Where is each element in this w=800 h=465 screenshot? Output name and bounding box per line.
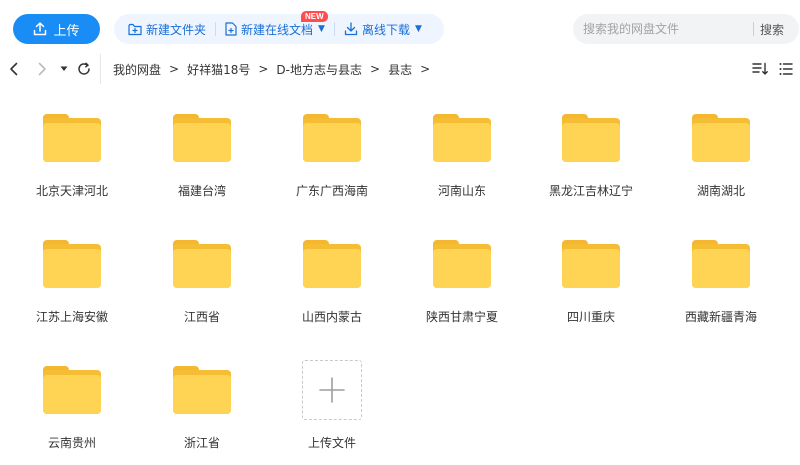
new-badge: NEW: [301, 10, 328, 22]
folder-item[interactable]: 湖南湖北: [661, 84, 781, 204]
refresh-button[interactable]: [76, 60, 92, 78]
back-button[interactable]: [6, 60, 22, 78]
search-box: 搜索: [573, 14, 799, 44]
folder-name: 北京天津河北: [35, 184, 108, 198]
new-online-doc-label: 新建在线文档: [241, 22, 314, 37]
upload-icon: [34, 22, 47, 36]
forward-button[interactable]: [34, 60, 50, 78]
upload-file-tile[interactable]: 上传文件: [272, 336, 392, 456]
new-online-doc-button[interactable]: 新建在线文档 ▼ NEW: [225, 10, 328, 38]
divider: [215, 22, 217, 36]
folder-name: 福建台湾: [177, 184, 226, 198]
breadcrumb-item[interactable]: 我的网盘: [113, 61, 161, 78]
sort-icon: [752, 62, 768, 75]
new-folder-button[interactable]: 新建文件夹: [128, 21, 206, 38]
folder-name: 陕西甘肃宁夏: [425, 310, 498, 324]
folder-item[interactable]: 黑龙江吉林辽宁: [531, 84, 651, 204]
search-input[interactable]: [573, 22, 753, 36]
folder-name: 浙江省: [183, 436, 220, 450]
folder-item[interactable]: 江苏上海安徽: [12, 210, 132, 330]
toolbar: 上传 新建文件夹 新建在线文档 ▼ NEW 离线下载 ▼ 搜索我的网盘文件 搜索: [0, 0, 800, 54]
plus-icon: [319, 377, 345, 403]
folder-item[interactable]: 四川重庆: [531, 210, 651, 330]
folder-item[interactable]: 浙江省: [142, 336, 262, 456]
folder-icon: [173, 366, 231, 414]
sort-button[interactable]: [752, 60, 768, 78]
folder-icon: [692, 114, 750, 162]
action-group: 新建文件夹 新建在线文档 ▼ NEW 离线下载 ▼: [114, 10, 444, 44]
breadcrumb-separator: >: [258, 62, 269, 76]
folder-icon: [43, 240, 101, 288]
folder-name: 四川重庆: [566, 310, 615, 324]
folder-name: 西藏新疆青海: [684, 310, 757, 324]
breadcrumb-item[interactable]: D-地方志与县志: [276, 61, 362, 78]
folder-icon: [303, 114, 361, 162]
folder-item[interactable]: 广东广西海南: [272, 84, 392, 204]
upload-tile-label: 上传文件: [307, 436, 356, 450]
caret-down-icon: [60, 66, 68, 71]
history-dropdown[interactable]: [58, 60, 70, 78]
folder-name: 黑龙江吉林辽宁: [548, 184, 633, 198]
folder-icon: [303, 240, 361, 288]
refresh-icon: [78, 62, 90, 75]
chevron-left-icon: [10, 62, 18, 76]
list-view-icon: [779, 63, 793, 75]
folder-icon: [433, 114, 491, 162]
offline-download-label: 离线下载: [361, 22, 410, 37]
breadcrumb-separator: >: [420, 62, 431, 76]
divider: [333, 22, 335, 36]
folder-name: 湖南湖北: [696, 184, 745, 198]
folder-item[interactable]: 云南贵州: [12, 336, 132, 456]
breadcrumb-item[interactable]: 好祥猫18号: [187, 61, 250, 78]
folder-item[interactable]: 北京天津河北: [12, 84, 132, 204]
folder-icon: [43, 366, 101, 414]
breadcrumb: 我的网盘 > 好祥猫18号 > D-地方志与县志 > 县志 >: [100, 54, 438, 84]
upload-button-label: 上传: [53, 23, 80, 39]
folder-icon: [173, 114, 231, 162]
folder-name: 江苏上海安徽: [35, 310, 108, 324]
folder-item[interactable]: 河南山东: [402, 84, 522, 204]
breadcrumb-separator: >: [370, 62, 381, 76]
search-button[interactable]: 搜索: [754, 21, 784, 38]
folder-item[interactable]: 西藏新疆青海: [661, 210, 781, 330]
folder-name: 广东广西海南: [295, 184, 368, 198]
breadcrumb-item[interactable]: 县志: [388, 61, 412, 78]
upload-tile-box: [302, 360, 362, 420]
new-folder-label: 新建文件夹: [146, 22, 207, 37]
offline-download-button[interactable]: 离线下载 ▼: [344, 21, 422, 38]
folder-icon: [433, 240, 491, 288]
list-view-button[interactable]: [779, 60, 793, 78]
chevron-right-icon: [38, 62, 46, 76]
folder-name: 山西内蒙古: [301, 310, 362, 324]
upload-button[interactable]: 上传: [13, 14, 100, 44]
new-doc-icon: [225, 22, 237, 36]
folder-icon: [173, 240, 231, 288]
breadcrumb-separator: >: [169, 62, 180, 76]
folder-icon: [562, 114, 620, 162]
new-folder-icon: [128, 23, 142, 35]
folder-name: 云南贵州: [47, 436, 96, 450]
folder-icon: [692, 240, 750, 288]
folder-item[interactable]: 江西省: [142, 210, 262, 330]
folder-icon: [562, 240, 620, 288]
download-icon: [344, 22, 358, 36]
navigation-bar: 我的网盘 > 好祥猫18号 > D-地方志与县志 > 县志 >: [0, 54, 800, 84]
folder-item[interactable]: 陕西甘肃宁夏: [402, 210, 522, 330]
file-grid: 北京天津河北 福建台湾 广东广西海南 河南山东 黑龙江吉林辽宁 湖南湖北 江苏上…: [0, 84, 800, 465]
folder-item[interactable]: 山西内蒙古: [272, 210, 392, 330]
folder-name: 江西省: [183, 310, 220, 324]
caret-down-icon: ▼: [414, 24, 422, 34]
folder-item[interactable]: 福建台湾: [142, 84, 262, 204]
folder-icon: [43, 114, 101, 162]
caret-down-icon: ▼: [318, 24, 325, 34]
folder-name: 河南山东: [437, 184, 486, 198]
